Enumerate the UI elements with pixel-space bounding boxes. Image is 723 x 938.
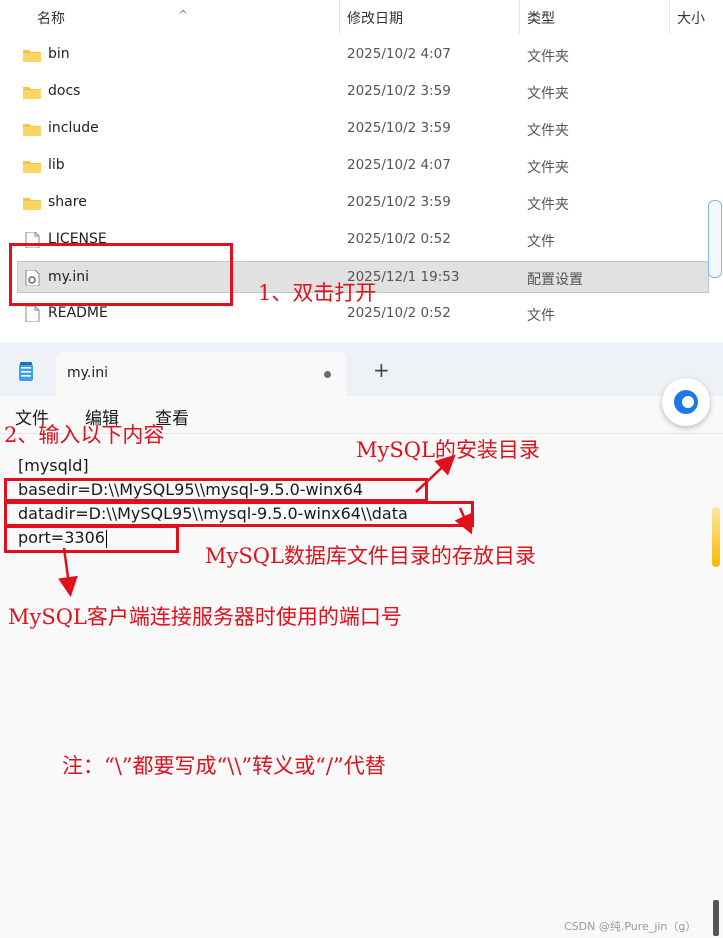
- file-name: lib: [48, 157, 65, 173]
- file-name: include: [48, 120, 99, 136]
- file-date: 2025/10/2 3:59: [347, 83, 451, 99]
- watermark: CSDN @纯.Pure_jin（g）: [564, 920, 697, 933]
- file-name: bin: [48, 46, 70, 62]
- sort-ascending-icon: ^: [178, 8, 189, 22]
- file-row[interactable]: docs 2025/10/2 3:59 文件夹: [0, 75, 723, 112]
- folder-icon: [23, 198, 41, 210]
- file-date: 2025/10/2 4:07: [347, 157, 451, 173]
- file-type: 文件夹: [527, 197, 569, 213]
- file-date: 2025/10/2 4:07: [347, 46, 451, 62]
- annotation-step1: 1、双击打开: [258, 281, 377, 305]
- column-date[interactable]: 修改日期: [347, 8, 403, 28]
- annotation-basedir: MySQL的安装目录: [356, 438, 540, 462]
- folder-icon: [23, 124, 41, 136]
- file-row[interactable]: include 2025/10/2 3:59 文件夹: [0, 112, 723, 149]
- column-divider[interactable]: [339, 0, 340, 34]
- file-type: 配置设置: [527, 272, 583, 288]
- column-name[interactable]: 名称: [37, 8, 65, 28]
- file-row[interactable]: bin 2025/10/2 4:07 文件夹: [0, 38, 723, 75]
- column-size[interactable]: 大小: [677, 8, 705, 28]
- column-divider[interactable]: [669, 0, 670, 34]
- file-date: 2025/10/2 3:59: [347, 120, 451, 136]
- annotation-step2: 2、输入以下内容: [4, 423, 165, 447]
- column-type[interactable]: 类型: [527, 8, 555, 28]
- editor-line: [mysqld]: [18, 456, 89, 475]
- file-date: 2025/10/2 3:59: [347, 194, 451, 210]
- new-tab-button[interactable]: +: [373, 360, 390, 380]
- folder-icon: [23, 87, 41, 99]
- tab-strip: my.ini +: [0, 342, 723, 398]
- file-type: 文件夹: [527, 160, 569, 176]
- column-header-bar: ^ 名称 修改日期 类型 大小: [0, 0, 723, 34]
- annotation-box-datadir: [4, 501, 474, 527]
- file-name: docs: [48, 83, 81, 99]
- folder-icon: [23, 50, 41, 62]
- file-type: 文件夹: [527, 49, 569, 65]
- editor-scrollbar[interactable]: [712, 507, 720, 567]
- file-icon: [25, 306, 40, 322]
- file-date: 2025/10/2 0:52: [347, 305, 451, 321]
- annotation-box-my-ini: [9, 243, 233, 306]
- file-row[interactable]: lib 2025/10/2 4:07 文件夹: [0, 149, 723, 186]
- annotation-box-basedir: [4, 478, 428, 502]
- file-name: share: [48, 194, 87, 210]
- file-name: README: [48, 305, 108, 321]
- file-date: 2025/10/2 0:52: [347, 231, 451, 247]
- file-type: 文件: [527, 234, 555, 250]
- explorer-scrollbar[interactable]: [708, 200, 722, 278]
- file-type: 文件夹: [527, 86, 569, 102]
- tab-title: my.ini: [67, 365, 109, 381]
- unsaved-dot-icon[interactable]: [324, 371, 331, 378]
- corner-scroll-mark: [713, 900, 719, 936]
- annotation-datadir: MySQL数据库文件目录的存放目录: [205, 544, 536, 568]
- folder-icon: [23, 161, 41, 173]
- annotation-escape-note: 注：“\”都要写成“\\”转义或“/”代替: [62, 754, 386, 778]
- tab-my-ini[interactable]: my.ini: [56, 352, 346, 398]
- annotation-port: MySQL客户端连接服务器时使用的端口号: [8, 605, 402, 629]
- file-type: 文件夹: [527, 123, 569, 139]
- annotation-box-port: [4, 525, 179, 553]
- notepad-app-icon: [19, 362, 33, 381]
- column-divider[interactable]: [519, 0, 520, 34]
- file-row[interactable]: share 2025/10/2 3:59 文件夹: [0, 186, 723, 223]
- file-type: 文件: [527, 308, 555, 324]
